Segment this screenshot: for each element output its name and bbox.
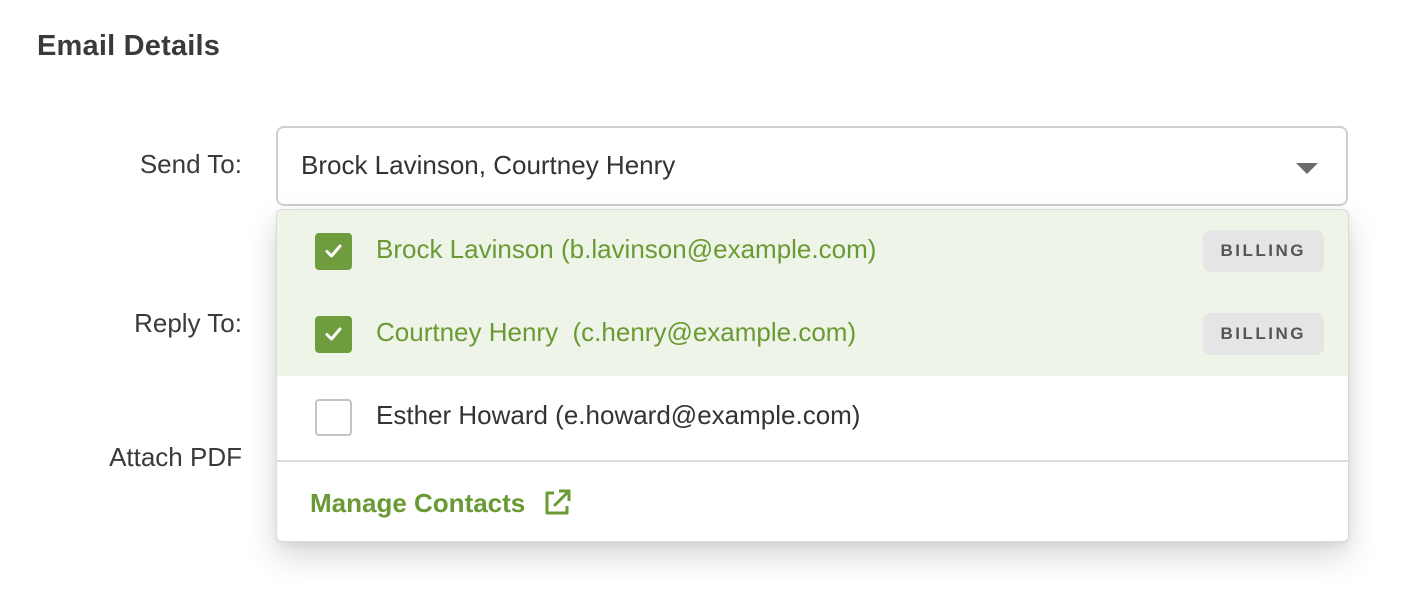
section-title: Email Details (37, 30, 221, 62)
billing-badge: BILLING (1202, 230, 1324, 272)
checkmark-icon (325, 327, 342, 341)
contact-option-courtney-henry[interactable]: Courtney Henry (c.henry@example.com) BIL… (277, 293, 1348, 376)
send-to-selected-value: Brock Lavinson, Courtney Henry (301, 150, 676, 180)
manage-contacts-link[interactable]: Manage Contacts (310, 483, 573, 523)
send-to-label: Send To: (139, 149, 242, 179)
menu-divider (277, 460, 1348, 462)
contact-option-label: Brock Lavinson (b.lavinson@example.com) (376, 234, 877, 264)
caret-down-icon[interactable] (1296, 163, 1318, 174)
checkbox-checked[interactable] (315, 233, 352, 270)
billing-badge: BILLING (1202, 313, 1324, 355)
checkbox-checked[interactable] (315, 316, 352, 353)
contact-option-esther-howard[interactable]: Esther Howard (e.howard@example.com) (277, 376, 1348, 459)
reply-to-label: Reply To: (134, 308, 242, 338)
attach-pdf-label: Attach PDF (109, 442, 242, 472)
contact-option-label: Esther Howard (e.howard@example.com) (376, 400, 861, 430)
external-link-icon (545, 489, 571, 515)
email-details-panel: Email Details Send To: Reply To: Attach … (0, 0, 1402, 610)
checkbox-unchecked[interactable] (315, 399, 352, 436)
manage-contacts-label: Manage Contacts (310, 487, 526, 518)
contact-option-brock-lavinson[interactable]: Brock Lavinson (b.lavinson@example.com) … (277, 210, 1348, 293)
checkmark-icon (325, 244, 342, 258)
contact-option-label: Courtney Henry (c.henry@example.com) (376, 317, 857, 347)
send-to-select[interactable]: Brock Lavinson, Courtney Henry (276, 126, 1348, 206)
send-to-dropdown-menu: Brock Lavinson (b.lavinson@example.com) … (276, 209, 1349, 542)
